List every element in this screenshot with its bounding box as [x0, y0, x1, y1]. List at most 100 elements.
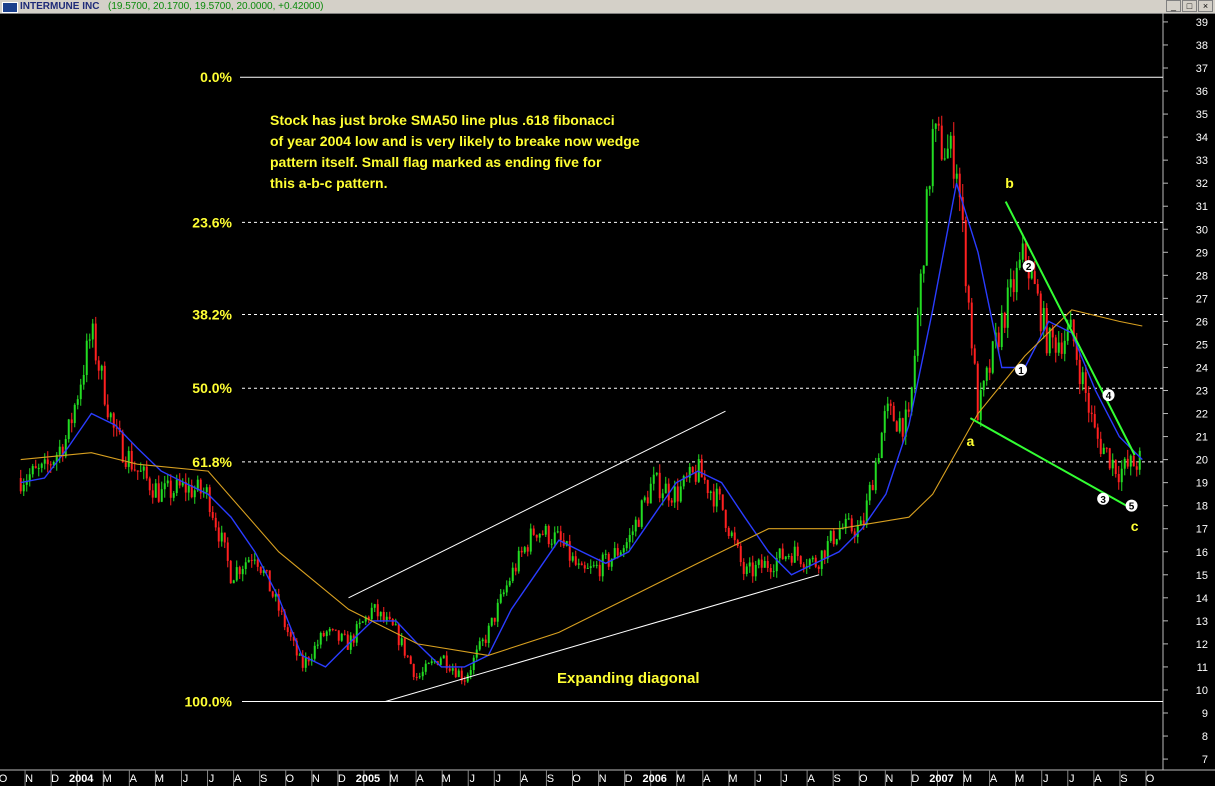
candle-body [136, 470, 139, 472]
candle-body [28, 474, 31, 481]
candle-body [1108, 448, 1111, 469]
candle-body [496, 602, 499, 622]
candle-body [703, 477, 706, 481]
candle-body [148, 478, 151, 491]
candle-body [976, 363, 979, 421]
x-tick-label: M [442, 773, 451, 785]
candle-body [79, 384, 82, 400]
candle-body [595, 564, 598, 566]
candle-body [1039, 293, 1042, 332]
candle-body [943, 158, 946, 160]
candle-body [874, 462, 877, 491]
candle-body [229, 560, 232, 584]
candle-body [40, 463, 43, 468]
candle-body [256, 559, 259, 567]
x-tick-label: 2006 [642, 773, 666, 785]
candle-body [916, 315, 919, 356]
candle-body [286, 627, 289, 633]
candle-body [724, 509, 727, 528]
candle-body [748, 562, 751, 567]
candle-body [253, 559, 256, 561]
y-tick-label: 12 [1196, 639, 1208, 651]
candle-body [811, 557, 814, 560]
candle-body [1102, 447, 1105, 454]
candle-body [622, 548, 625, 553]
candle-body [394, 624, 397, 626]
candle-body [847, 518, 850, 520]
x-tick-label: A [234, 773, 242, 785]
candle-body [391, 618, 394, 626]
candle-body [355, 624, 358, 643]
candle-body [544, 525, 547, 535]
y-tick-label: 17 [1196, 524, 1208, 536]
candle-body [523, 547, 526, 553]
candle-body [304, 657, 307, 668]
y-tick-label: 23 [1196, 386, 1208, 398]
candle-body [1132, 455, 1135, 467]
candle-body [223, 532, 226, 543]
x-tick-label: 2004 [69, 773, 94, 785]
candle-body [877, 458, 880, 463]
x-tick-label: O [0, 773, 8, 785]
candle-body [637, 519, 640, 527]
candle-body [607, 553, 610, 567]
candle-body [499, 594, 502, 603]
candle-body [796, 546, 799, 557]
candle-body [970, 302, 973, 349]
wave-letter: b [1005, 175, 1014, 191]
candle-body [175, 479, 178, 494]
candle-body [1078, 359, 1081, 385]
candle-body [97, 360, 100, 371]
candle-body [205, 487, 208, 493]
candle-body [661, 493, 664, 499]
candle-body [769, 567, 772, 573]
candle-body [1135, 466, 1138, 470]
candle-body [370, 607, 373, 620]
candle-body [538, 533, 541, 538]
candle-body [322, 632, 325, 637]
candle-body [37, 467, 40, 469]
y-tick-label: 27 [1196, 293, 1208, 305]
candle-body [781, 548, 784, 560]
fib-level-label: 23.6% [192, 214, 232, 230]
candle-body [886, 403, 889, 412]
candle-body [652, 474, 655, 484]
candle-body [577, 563, 580, 565]
candle-body [589, 566, 592, 568]
candle-body [919, 273, 922, 316]
candle-body [85, 340, 88, 376]
candle-body [247, 559, 250, 563]
candle-body [478, 641, 481, 650]
candle-body [763, 560, 766, 568]
y-tick-label: 29 [1196, 247, 1208, 259]
candle-body [1012, 279, 1015, 293]
candle-body [316, 644, 319, 646]
candle-body [487, 625, 490, 643]
maximize-button[interactable]: □ [1182, 0, 1197, 12]
candle-body [70, 419, 73, 424]
x-tick-label: N [599, 773, 607, 785]
y-tick-label: 10 [1196, 685, 1208, 697]
candle-body [19, 478, 22, 492]
y-tick-label: 36 [1196, 86, 1208, 98]
candle-body [844, 518, 847, 529]
candle-body [415, 676, 418, 678]
close-button[interactable]: × [1198, 0, 1213, 12]
fib-level-label: 100.0% [185, 693, 233, 709]
fib-level-label: 50.0% [192, 380, 232, 396]
candle-body [244, 562, 247, 569]
candle-body [448, 668, 451, 671]
x-tick-label: J [496, 773, 502, 785]
candle-body [1114, 459, 1117, 475]
candle-body [493, 617, 496, 622]
candle-body [346, 634, 349, 650]
candle-body [838, 528, 841, 540]
minimize-button[interactable]: _ [1166, 0, 1181, 12]
candle-body [1066, 327, 1069, 341]
candle-body [172, 493, 175, 498]
x-tick-label: J [756, 773, 762, 785]
candle-body [709, 491, 712, 494]
candle-body [829, 530, 832, 542]
candle-body [757, 559, 760, 565]
y-tick-label: 18 [1196, 501, 1208, 513]
